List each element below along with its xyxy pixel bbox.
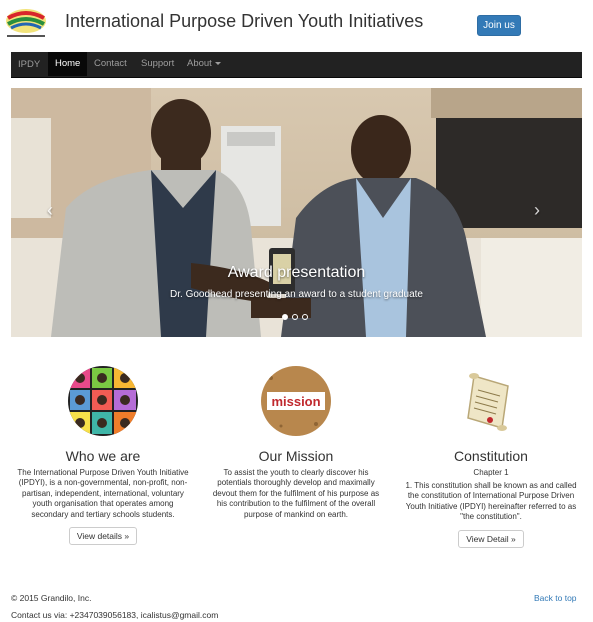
feature-text-our-mission: To assist the youth to clearly discover … — [212, 468, 380, 519]
nav-item-support[interactable]: Support — [134, 52, 181, 76]
feature-heading-our-mission: Our Mission — [258, 448, 334, 464]
site-title: International Purpose Driven Youth Initi… — [65, 11, 424, 31]
caret-down-icon — [214, 61, 221, 65]
logo-icon[interactable] — [3, 6, 49, 40]
constitution-image — [456, 366, 526, 436]
feature-constitution: Constitution Chapter 1 1. This constitut… — [401, 366, 581, 548]
main-navbar: IPDY Home Contact Support About — [11, 52, 582, 78]
carousel-caption-title: Award presentation — [227, 264, 366, 281]
join-us-button[interactable]: Join us — [477, 15, 521, 36]
view-details-button[interactable]: View details » — [68, 527, 138, 546]
nav-item-about[interactable]: About — [180, 52, 228, 76]
carousel-caption-text: Dr. Goodhead presenting an award to a st… — [170, 289, 423, 300]
feature-heading-constitution: Constitution — [454, 448, 528, 464]
feature-heading-who-we-are: Who we are — [65, 448, 141, 464]
who-we-are-image — [68, 366, 138, 436]
carousel-indicator-1[interactable] — [282, 314, 288, 320]
feature-subheading-constitution: Chapter 1 — [473, 468, 509, 477]
chevron-left-icon[interactable]: ‹ — [47, 200, 53, 221]
carousel-indicator-2[interactable] — [292, 314, 298, 320]
carousel-indicator-3[interactable] — [302, 314, 308, 320]
hero-carousel: Award presentation Dr. Goodhead presenti… — [11, 88, 582, 337]
nav-item-about-label: About — [187, 58, 212, 69]
back-to-top-link[interactable]: Back to top — [534, 593, 577, 603]
footer-copyright: © 2015 Grandilo, Inc. — [11, 593, 92, 603]
mission-image-lettering: mission — [271, 394, 320, 409]
view-detail-button[interactable]: View Detail » — [458, 529, 524, 548]
mission-image: mission — [261, 366, 331, 436]
chevron-right-icon[interactable]: › — [534, 200, 540, 221]
feature-who-we-are: Who we are The International Purpose Dri… — [13, 366, 193, 546]
feature-text-who-we-are: The International Purpose Driven Youth I… — [17, 468, 189, 519]
site-header: International Purpose Driven Youth Initi… — [0, 0, 593, 52]
footer-contact: Contact us via: +2347039056183, icalistu… — [11, 610, 219, 620]
nav-item-contact[interactable]: Contact — [87, 52, 134, 76]
feature-text-constitution: 1. This constitution shall be known as a… — [405, 481, 577, 522]
navbar-brand[interactable]: IPDY — [18, 59, 40, 70]
feature-our-mission: mission Our Mission To assist the youth … — [206, 366, 386, 520]
nav-item-home[interactable]: Home — [48, 52, 88, 76]
